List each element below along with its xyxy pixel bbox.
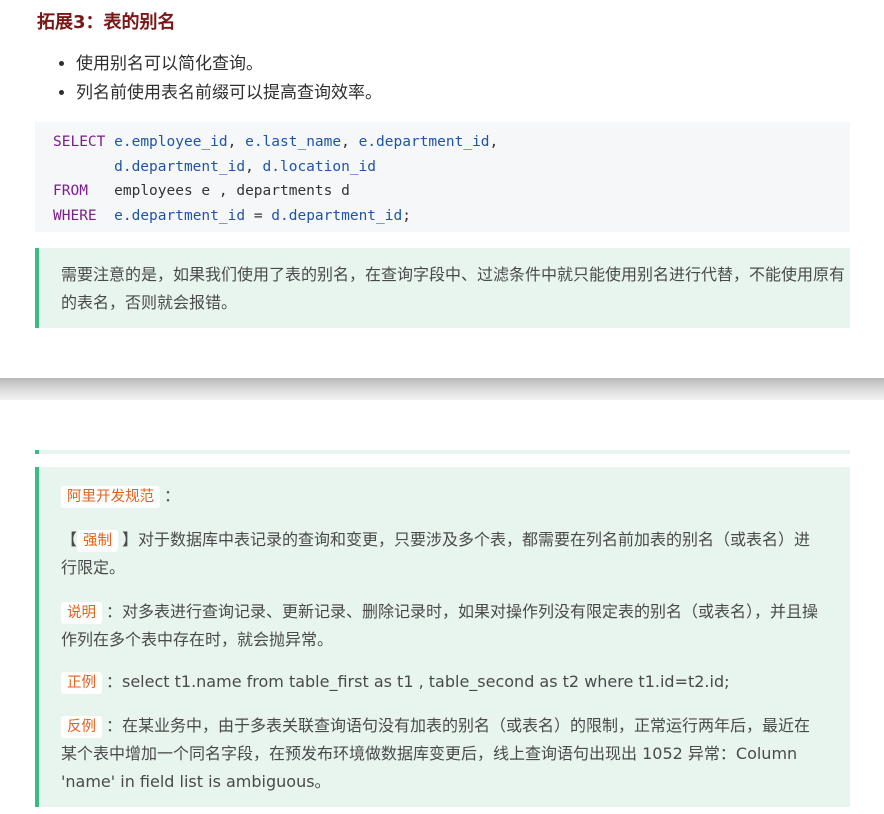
section-heading: 拓展3：表的别名 (37, 12, 176, 33)
sql-field: e.employee_id (114, 134, 228, 150)
sql-field: e.department_id (358, 134, 490, 150)
explain-tag: 说明 (61, 602, 102, 624)
sql-from-tables: employees e , departments d (114, 183, 350, 199)
explain-text: ：对多表进行查询记录、更新记录、删除记录时，如果对操作列没有限定表的别名（或表名… (61, 602, 819, 649)
alibaba-spec-callout: 阿里开发规范： 【强制 】对于数据库中表记录的查询和变更，只要涉及多个表，都需要在… (35, 467, 850, 807)
spec-title-tag: 阿里开发规范 (61, 486, 160, 508)
sql-keyword-select: SELECT (53, 134, 106, 150)
spec-force-rule: 【强制 】对于数据库中表记录的查询和变更，只要涉及多个表，都需要在列名前加表的别名… (61, 526, 820, 582)
spec-explanation: 说明 ：对多表进行查询记录、更新记录、删除记录时，如果对操作列没有限定表的别名（或… (61, 598, 820, 654)
sql-field: d.department_id (271, 207, 403, 224)
bullet-item: 列名前使用表名前缀可以提高查询效率。 (76, 79, 382, 108)
spec-negative-example: 反例 ：在某业务中，由于多表关联查询语句没有加表的别名（或表名）的限制，正常运行两… (61, 712, 820, 796)
sql-field: e.last_name (245, 134, 342, 150)
callout-top-edge (35, 450, 850, 454)
bullet-list: 使用别名可以简化查询。 列名前使用表名前缀可以提高查询效率。 (54, 50, 382, 108)
sql-field: d.location_id (262, 158, 377, 175)
bracket-open: 【 (61, 530, 78, 549)
page-top-section: 拓展3：表的别名 使用别名可以简化查询。 列名前使用表名前缀可以提高查询效率。 … (0, 0, 884, 378)
positive-text: ：select t1.name from table_first as t1 ,… (106, 672, 730, 691)
sql-keyword-where: WHERE (53, 207, 97, 224)
spec-title: 阿里开发规范： (61, 482, 820, 510)
sql-field: d.department_id (114, 158, 246, 175)
sql-operator: = (253, 207, 263, 224)
spec-positive-example: 正例 ：select t1.name from table_first as t1… (61, 668, 820, 696)
sql-code-block[interactable]: SELECT e.employee_id, e.last_name, e.dep… (35, 122, 850, 232)
spec-title-colon: ： (164, 486, 181, 505)
sql-keyword-from: FROM (53, 183, 88, 199)
bullet-item: 使用别名可以简化查询。 (76, 50, 382, 79)
force-rule-text: 对于数据库中表记录的查询和变更，只要涉及多个表，都需要在列名前加表的别名（或表名… (61, 530, 811, 577)
note-callout: 需要注意的是，如果我们使用了表的别名，在查询字段中、过滤条件中就只能使用别名进行… (35, 248, 850, 328)
sql-field: e.department_id (114, 207, 246, 224)
negative-text: ：在某业务中，由于多表关联查询语句没有加表的别名（或表名）的限制，正常运行两年后… (61, 716, 811, 791)
negative-tag: 反例 (61, 716, 102, 738)
page-separator (0, 378, 884, 400)
positive-tag: 正例 (61, 672, 102, 694)
bracket-close: 】 (122, 530, 139, 549)
force-tag: 强制 (77, 530, 119, 552)
